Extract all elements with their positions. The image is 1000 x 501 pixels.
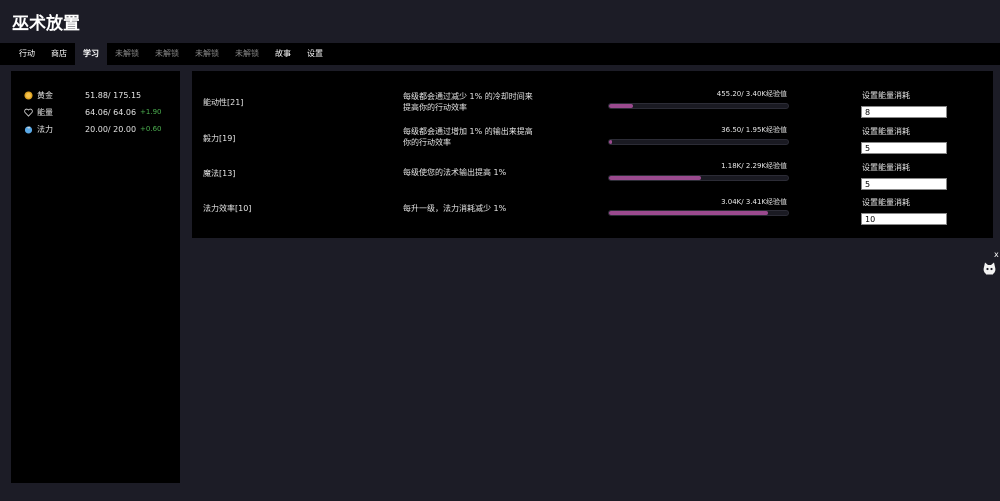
resource-rate: +0.60 xyxy=(140,125,162,133)
tab-locked-2[interactable]: 未解锁 xyxy=(147,43,187,65)
energy-cost-label: 设置能量消耗 xyxy=(862,127,910,136)
tab-shop[interactable]: 商店 xyxy=(43,43,75,65)
skill-progress-bar xyxy=(608,103,789,109)
skill-progress-fill xyxy=(609,211,769,215)
energy-cost-input[interactable] xyxy=(861,178,947,190)
skill-description: 每级都会通过增加 1% 的输出来提高你的行动效率 xyxy=(403,127,533,147)
energy-cost-input[interactable] xyxy=(861,213,947,225)
tab-action[interactable]: 行动 xyxy=(11,43,43,65)
skill-progress-fill xyxy=(609,140,613,144)
resource-rate: +1.90 xyxy=(140,108,162,116)
energy-heart-icon xyxy=(24,108,33,117)
resource-name: 能量 xyxy=(37,107,53,117)
energy-cost-input[interactable] xyxy=(861,142,947,154)
skill-name: 毅力[19] xyxy=(203,134,236,143)
resource-value: 20.00/ 20.00 xyxy=(85,124,137,134)
close-widget-button[interactable]: x xyxy=(994,250,999,259)
skill-name: 法力效率[10] xyxy=(203,204,252,213)
skill-name: 能动性[21] xyxy=(203,98,244,107)
mana-orb-icon xyxy=(24,125,33,134)
resource-sidebar: 黄金 51.88/ 175.15 能量 64.06/ 64.06 +1.90 法… xyxy=(11,71,180,483)
energy-cost-input[interactable] xyxy=(861,106,947,118)
app-header: 巫术放置 xyxy=(0,0,1000,42)
tab-study[interactable]: 学习 xyxy=(75,43,107,65)
energy-cost-label: 设置能量消耗 xyxy=(862,198,910,207)
resource-value: 64.06/ 64.06 xyxy=(85,107,137,117)
skill-description: 每级使您的法术输出提高 1% xyxy=(403,168,507,177)
skill-name: 魔法[13] xyxy=(203,169,236,178)
skill-progress-fill xyxy=(609,104,633,108)
resource-row-energy: 能量 64.06/ 64.06 +1.90 xyxy=(24,105,174,119)
resource-row-mana: 法力 20.00/ 20.00 +0.60 xyxy=(24,122,174,136)
skill-xp: 36.50/ 1.95K经验值 xyxy=(721,126,787,134)
skills-panel: 能动性[21] 每级都会通过减少 1% 的冷却时间来提高你的行动效率 455.2… xyxy=(192,71,993,238)
resource-name: 法力 xyxy=(37,124,53,134)
skill-row: 魔法[13] 每级使您的法术输出提高 1% 1.18K/ 2.29K经验值 设置… xyxy=(192,160,993,196)
skill-row: 毅力[19] 每级都会通过增加 1% 的输出来提高你的行动效率 36.50/ 1… xyxy=(192,124,993,160)
resource-row-gold: 黄金 51.88/ 175.15 xyxy=(24,88,174,102)
skill-xp: 3.04K/ 3.41K经验值 xyxy=(721,198,787,206)
skill-progress-fill xyxy=(609,176,702,180)
energy-cost-label: 设置能量消耗 xyxy=(862,163,910,172)
gold-coin-icon xyxy=(24,90,33,100)
resource-name: 黄金 xyxy=(37,90,53,100)
tab-bar: 行动 商店 学习 未解锁 未解锁 未解锁 未解锁 故事 设置 xyxy=(0,43,1000,65)
tab-locked-3[interactable]: 未解锁 xyxy=(187,43,227,65)
skill-row: 法力效率[10] 每升一级，法力消耗减少 1% 3.04K/ 3.41K经验值 … xyxy=(192,196,993,232)
tab-story[interactable]: 故事 xyxy=(267,43,299,65)
tab-settings[interactable]: 设置 xyxy=(299,43,331,65)
skill-progress-bar xyxy=(608,139,789,145)
skill-description: 每级都会通过减少 1% 的冷却时间来提高你的行动效率 xyxy=(403,92,533,112)
skill-xp: 455.20/ 3.40K经验值 xyxy=(716,90,787,98)
resource-value: 51.88/ 175.15 xyxy=(85,90,142,100)
skill-xp: 1.18K/ 2.29K经验值 xyxy=(721,162,787,170)
tab-locked-4[interactable]: 未解锁 xyxy=(227,43,267,65)
skill-description: 每升一级，法力消耗减少 1% xyxy=(403,204,507,213)
github-cat-icon[interactable] xyxy=(982,261,997,279)
energy-cost-label: 设置能量消耗 xyxy=(862,91,910,100)
skill-progress-bar xyxy=(608,175,789,181)
skill-row: 能动性[21] 每级都会通过减少 1% 的冷却时间来提高你的行动效率 455.2… xyxy=(192,88,993,124)
tab-locked-1[interactable]: 未解锁 xyxy=(107,43,147,65)
app-title: 巫术放置 xyxy=(12,14,80,34)
skill-progress-bar xyxy=(608,210,789,216)
